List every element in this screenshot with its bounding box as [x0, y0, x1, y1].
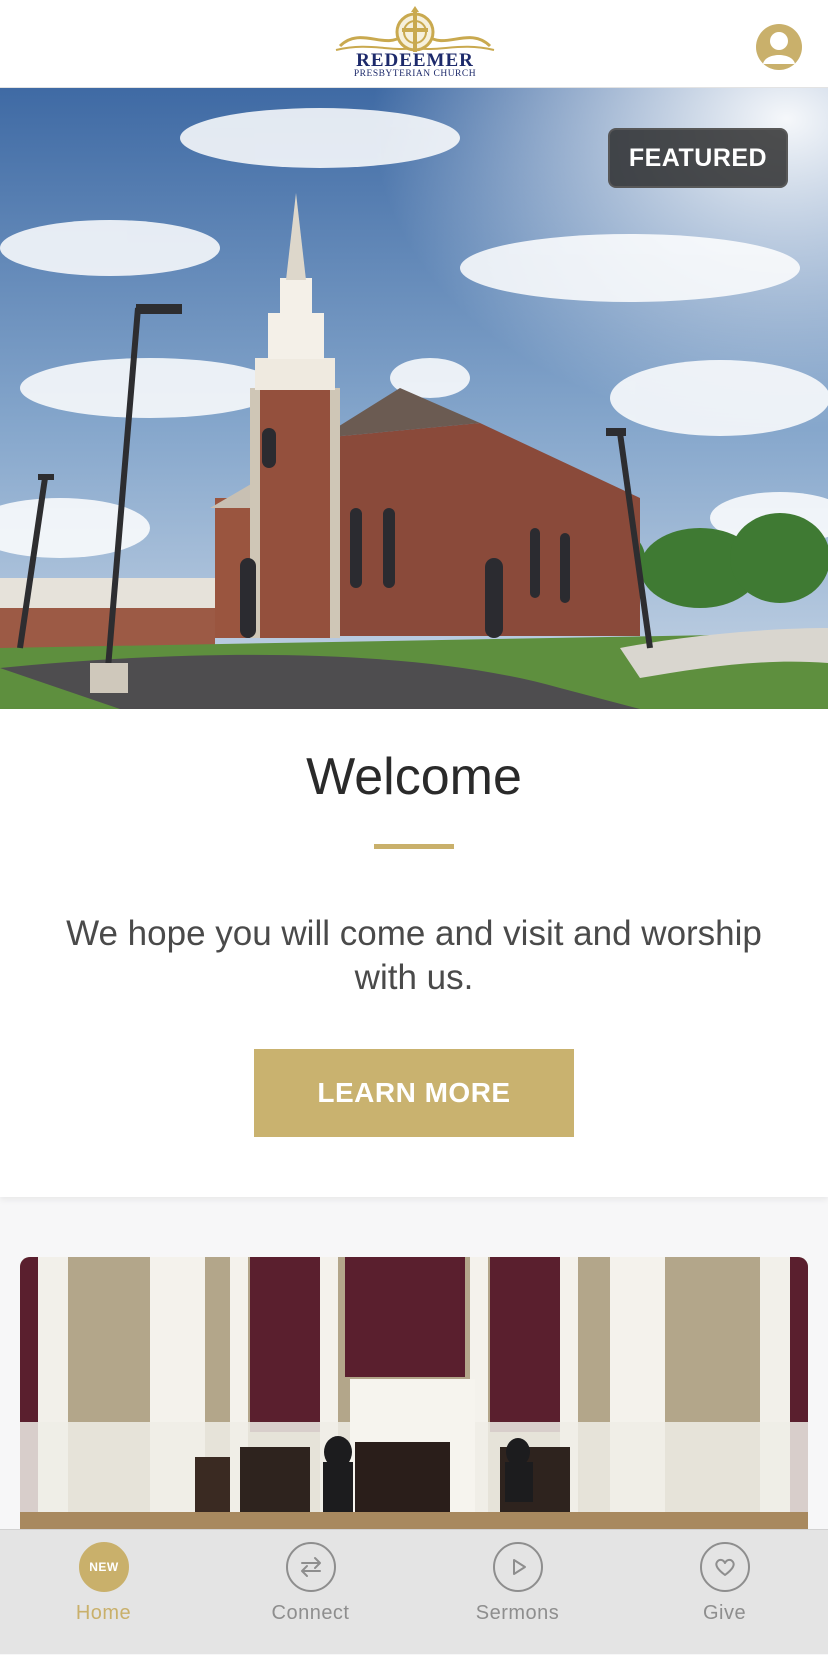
user-profile-icon — [763, 32, 795, 64]
bottom-tab-bar: NEW Home Connect Sermons Give — [0, 1529, 828, 1654]
new-badge-text: NEW — [89, 1560, 119, 1574]
connect-arrows-icon — [286, 1542, 336, 1592]
tab-sermons-label: Sermons — [475, 1602, 560, 1624]
church-logo[interactable]: REDEEMER PRESBYTERIAN CHURCH — [330, 6, 500, 82]
tab-sermons[interactable]: Sermons — [414, 1530, 621, 1655]
logo-emblem-icon — [335, 6, 495, 52]
new-badge-icon: NEW — [79, 1542, 129, 1592]
sanctuary-image — [20, 1257, 808, 1557]
profile-button[interactable] — [756, 24, 802, 70]
tab-give-label: Give — [702, 1602, 747, 1624]
learn-more-button[interactable]: LEARN MORE — [254, 1049, 574, 1137]
sanctuary-card[interactable] — [20, 1257, 808, 1557]
tab-home[interactable]: NEW Home — [0, 1530, 207, 1655]
logo-subtitle: PRESBYTERIAN CHURCH — [353, 69, 477, 79]
tab-connect[interactable]: Connect — [207, 1530, 414, 1655]
welcome-card: Welcome We hope you will come and visit … — [0, 709, 828, 1197]
heart-icon — [700, 1542, 750, 1592]
tab-home-label: Home — [75, 1602, 132, 1624]
featured-hero[interactable]: FEATURED — [0, 88, 828, 709]
featured-badge: FEATURED — [608, 128, 788, 188]
play-icon — [493, 1542, 543, 1592]
welcome-message: We hope you will come and visit and wors… — [66, 914, 762, 997]
tab-connect-label: Connect — [271, 1602, 350, 1624]
tab-give[interactable]: Give — [621, 1530, 828, 1655]
app-header: REDEEMER PRESBYTERIAN CHURCH — [0, 0, 828, 88]
title-divider — [374, 844, 454, 849]
welcome-title: Welcome — [306, 748, 522, 806]
